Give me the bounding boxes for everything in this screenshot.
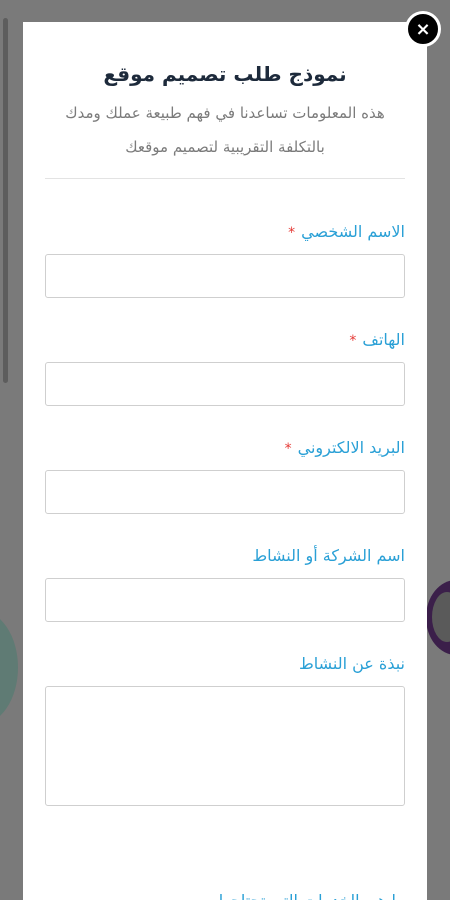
company-label: اسم الشركة أو النشاط xyxy=(252,546,405,565)
field-company: اسم الشركة أو النشاط xyxy=(45,545,405,622)
close-icon[interactable]: × xyxy=(405,11,441,47)
company-input[interactable] xyxy=(45,578,405,622)
phone-input[interactable] xyxy=(45,362,405,406)
phone-label: الهاتف* xyxy=(349,330,405,349)
services-label-partial: ما هي الخدمات التي تحتاجها xyxy=(219,890,405,900)
full-name-input[interactable] xyxy=(45,254,405,298)
field-full-name: الاسم الشخصي* xyxy=(45,221,405,298)
field-phone: الهاتف* xyxy=(45,329,405,406)
required-mark: * xyxy=(288,225,296,241)
field-email: البريد الالكتروني* xyxy=(45,437,405,514)
website-design-request-modal: نموذج طلب تصميم موقع هذه المعلومات تساعد… xyxy=(23,22,427,900)
design-request-form: الاسم الشخصي* الهاتف* البريد الالكتروني*… xyxy=(45,221,405,806)
modal-subtitle: هذه المعلومات تساعدنا في فهم طبيعة عملك … xyxy=(65,104,385,156)
email-label: البريد الالكتروني* xyxy=(284,438,405,457)
background-decoration-left xyxy=(0,610,18,725)
required-mark: * xyxy=(349,333,357,349)
modal-title: نموذج طلب تصميم موقع xyxy=(103,62,347,86)
email-input[interactable] xyxy=(45,470,405,514)
field-about: نبذة عن النشاط xyxy=(45,653,405,806)
about-textarea[interactable] xyxy=(45,686,405,806)
full-name-label: الاسم الشخصي* xyxy=(288,222,405,241)
required-mark: * xyxy=(284,441,292,457)
background-scrollbar xyxy=(3,18,8,383)
about-label: نبذة عن النشاط xyxy=(298,654,405,673)
divider xyxy=(45,178,405,179)
